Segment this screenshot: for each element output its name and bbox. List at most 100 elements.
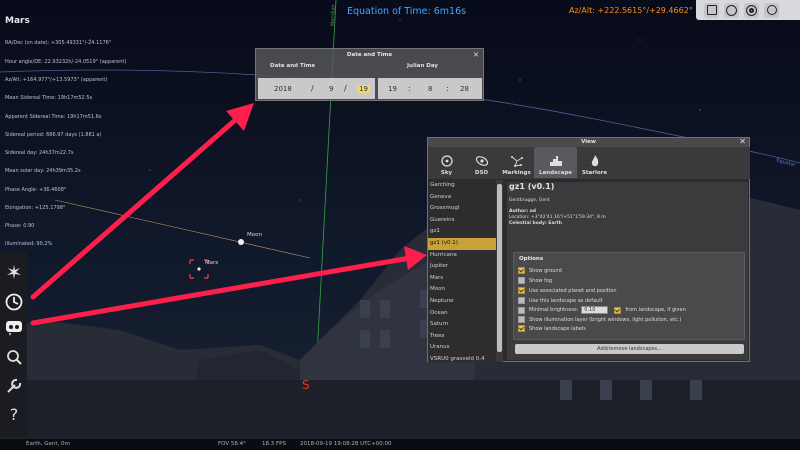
list-item[interactable]: Hurricane	[428, 250, 496, 262]
minute-field[interactable]: 8	[428, 85, 432, 93]
target-button[interactable]	[744, 2, 759, 18]
status-fov: FOV 58.4°	[218, 441, 246, 447]
option-default-landscape[interactable]: Use this landscape as default	[518, 297, 603, 304]
info-line: Elongation: +125.1798°	[5, 204, 66, 211]
dialog-title: View	[581, 139, 596, 145]
time-spinner[interactable]: 19 : 8 : 28	[378, 78, 482, 99]
svg-text:?: ?	[10, 405, 19, 424]
list-item[interactable]: Guereins	[428, 215, 496, 227]
list-item[interactable]: Geneva	[428, 192, 496, 204]
list-item[interactable]: Moon	[428, 284, 496, 296]
sky-icon	[440, 155, 453, 167]
tab-starlore[interactable]: Starlore	[577, 147, 612, 178]
list-item[interactable]: VSRU0 grasveld 0.4	[428, 354, 496, 362]
checkbox[interactable]	[518, 297, 525, 304]
tab-markings[interactable]: Markings	[499, 147, 534, 178]
square-icon	[706, 5, 717, 15]
list-item-selected[interactable]: gz1 (v0.1)	[428, 237, 496, 250]
tab-dso[interactable]: DSO	[464, 147, 499, 178]
dialog-title: Date and Time	[346, 52, 393, 58]
checkbox[interactable]	[518, 325, 525, 332]
cardinal-south-label: S	[302, 378, 310, 392]
hour-field[interactable]: 19	[388, 85, 397, 93]
option-label: Use this landscape as default	[529, 297, 603, 304]
separator: :	[446, 84, 449, 93]
equation-of-time: Equation of Time: 6m16s	[347, 6, 467, 17]
option-associated-planet[interactable]: Use associated planet and position	[518, 287, 617, 294]
checkbox[interactable]	[518, 306, 525, 314]
list-item[interactable]: Mars	[428, 273, 496, 285]
option-show-fog[interactable]: Show fog	[518, 277, 552, 284]
option-illumination-layer[interactable]: Show illumination layer (bright windows,…	[518, 316, 681, 323]
list-item[interactable]: gz1	[428, 226, 496, 238]
location-icon[interactable]	[4, 262, 24, 282]
year-field[interactable]: 2018	[274, 85, 292, 93]
sky-view-settings-icon[interactable]	[4, 318, 24, 338]
galaxy-icon	[475, 156, 488, 166]
help-icon[interactable]: ?	[4, 404, 24, 424]
option-label: Minimal brightness:	[529, 307, 579, 313]
checkbox[interactable]	[614, 306, 622, 314]
landscape-planet: Celestial body: Earth	[509, 221, 562, 226]
month-field[interactable]: 9	[329, 85, 333, 93]
options-title: Options	[519, 256, 544, 262]
target-icon	[746, 4, 757, 16]
option-label: Show fog	[529, 277, 553, 284]
julian-day-tab[interactable]: Julian Day	[407, 63, 438, 69]
wrench-icon[interactable]	[4, 376, 24, 396]
date-time-title: Date and Time ✕	[256, 49, 483, 61]
checkbox[interactable]	[518, 287, 525, 294]
night-mode-button[interactable]	[724, 2, 739, 18]
list-item[interactable]: Saturn	[428, 319, 496, 331]
object-info-panel: Mars RA/Dec (on date): +305.49331°/-24.1…	[5, 4, 126, 254]
landscape-location: Location: +3°42'41.16"/+51°1'59.34", 8 m	[509, 215, 606, 220]
tab-label: Starlore	[581, 170, 608, 176]
list-item[interactable]: Ocean	[428, 308, 496, 320]
list-item[interactable]: Garching	[428, 180, 496, 192]
list-item[interactable]: Grossmugl	[428, 203, 496, 215]
second-field[interactable]: 28	[460, 85, 469, 93]
list-item[interactable]: Trees	[428, 331, 496, 343]
add-remove-landscapes-button[interactable]: Add/remove landscapes...	[515, 344, 744, 354]
moon-label: Moon	[247, 232, 262, 238]
left-toolbar: ?	[0, 252, 27, 437]
close-icon[interactable]: ✕	[473, 49, 479, 61]
list-item[interactable]: Neptune	[428, 296, 496, 308]
checkbox[interactable]	[518, 316, 525, 323]
landscape-list[interactable]: Garching Geneva Grossmugl Guereins gz1 g…	[428, 180, 496, 362]
quit-button[interactable]	[764, 2, 779, 18]
mars-label: Mars	[205, 260, 219, 266]
clock-icon[interactable]	[4, 292, 24, 312]
landscape-detail: gz1 (v0.1) Gentbrugge, Gent Author: ad L…	[507, 182, 748, 360]
fullscreen-button[interactable]	[704, 2, 719, 18]
tab-landscape[interactable]: Landscape	[534, 147, 577, 178]
scrollbar-thumb[interactable]	[497, 184, 502, 352]
option-minimal-brightness[interactable]: Minimal brightness: 0.10 from landscape,…	[518, 306, 686, 314]
circle-icon	[726, 4, 737, 16]
close-icon[interactable]: ✕	[739, 137, 746, 146]
info-line: Illuminated: 90.2%	[5, 241, 53, 248]
info-line: Az/Alt: +164.977°/+13.5973° (apparent)	[5, 76, 108, 83]
option-label: Show illumination layer (bright windows,…	[529, 316, 682, 323]
date-spinner[interactable]: 2018 / 9 / 19	[258, 78, 375, 99]
info-line: Sidereal period: 686.97 days (1.881 a)	[5, 131, 102, 138]
search-icon[interactable]	[4, 348, 24, 368]
day-field[interactable]: 19	[357, 85, 370, 93]
object-name: Mars	[5, 16, 30, 27]
list-scrollbar[interactable]	[496, 180, 503, 362]
list-item[interactable]: Uranus	[428, 342, 496, 354]
tab-label: Landscape	[539, 170, 572, 176]
tab-label: DSO	[474, 170, 489, 176]
options-group: Options Show ground Show fog Use associa…	[513, 252, 745, 340]
option-landscape-labels[interactable]: Show landscape labels	[518, 325, 586, 332]
option-show-ground[interactable]: Show ground	[518, 267, 562, 274]
checkbox[interactable]	[518, 267, 525, 274]
az-alt-readout: Az/Alt: +222.5615°/+29.4662°	[569, 6, 693, 15]
tab-sky[interactable]: Sky	[429, 147, 464, 178]
brightness-spinbox[interactable]: 0.10	[581, 306, 609, 314]
date-time-tab[interactable]: Date and Time	[270, 63, 315, 69]
tab-label: Sky	[440, 170, 453, 176]
list-item[interactable]: Jupiter	[428, 261, 496, 273]
option-label: Show landscape labels	[529, 325, 586, 332]
checkbox[interactable]	[518, 277, 525, 284]
